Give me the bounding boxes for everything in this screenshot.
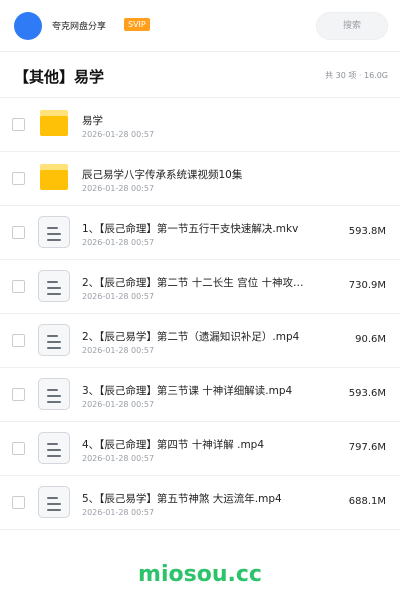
row-checkbox[interactable]	[12, 280, 25, 293]
file-row[interactable]: 辰己易学八字传承系统课视频10集 2026-01-28 00:57	[0, 152, 400, 206]
file-row[interactable]: 4、【辰己命理】第四节 十神详解 .mp4 2026-01-28 00:57 7…	[0, 422, 400, 476]
folder-title-bar: 【其他】易学 共 30 项 · 16.0G	[0, 52, 400, 98]
file-date: 2026-01-28 00:57	[82, 292, 155, 301]
file-size: 797.6M	[348, 442, 386, 453]
watermark-text: miosou.cc	[138, 562, 262, 587]
file-name: 5、【辰己易学】第五节神煞 大运流年.mp4	[82, 493, 282, 505]
file-row[interactable]: 易学 2026-01-28 00:57	[0, 98, 400, 152]
avatar[interactable]	[14, 12, 42, 40]
file-size: 593.6M	[348, 388, 386, 399]
app-name: 夸克网盘分享	[52, 22, 107, 32]
file-name: 2、【辰己命理】第二节 十二长生 宫位 十神攻…	[82, 277, 304, 289]
document-icon	[38, 216, 70, 248]
share-header: 夸克网盘分享 SVIP 搜索	[0, 0, 400, 52]
row-checkbox[interactable]	[12, 442, 25, 455]
file-date: 2026-01-28 00:57	[82, 346, 155, 355]
search-button[interactable]: 搜索	[316, 12, 388, 40]
svip-badge: SVIP	[124, 18, 150, 31]
document-icon	[38, 432, 70, 464]
file-name: 2、【辰己易学】第二节（遗漏知识补足）.mp4	[82, 331, 300, 343]
document-icon	[38, 486, 70, 518]
folder-icon	[40, 164, 68, 190]
row-checkbox[interactable]	[12, 118, 25, 131]
document-icon	[38, 324, 70, 356]
file-name: 1、【辰己命理】第一节五行干支快速解决.mkv	[82, 223, 299, 235]
file-date: 2026-01-28 00:57	[82, 508, 155, 517]
file-date: 2026-01-28 00:57	[82, 400, 155, 409]
file-size: 90.6M	[355, 334, 386, 345]
file-size: 730.9M	[348, 280, 386, 291]
row-checkbox[interactable]	[12, 496, 25, 509]
folder-title: 【其他】易学	[14, 68, 105, 86]
row-checkbox[interactable]	[12, 226, 25, 239]
file-row[interactable]: 3、【辰己命理】第三节课 十神详细解读.mp4 2026-01-28 00:57…	[0, 368, 400, 422]
file-date: 2026-01-28 00:57	[82, 238, 155, 247]
file-name: 易学	[82, 115, 103, 127]
file-date: 2026-01-28 00:57	[82, 184, 155, 193]
file-date: 2026-01-28 00:57	[82, 130, 155, 139]
folder-summary: 共 30 项 · 16.0G	[325, 71, 388, 80]
row-checkbox[interactable]	[12, 172, 25, 185]
document-icon	[38, 270, 70, 302]
row-checkbox[interactable]	[12, 334, 25, 347]
file-list: 易学 2026-01-28 00:57 辰己易学八字传承系统课视频10集 202…	[0, 98, 400, 530]
file-name: 3、【辰己命理】第三节课 十神详细解读.mp4	[82, 385, 293, 397]
file-date: 2026-01-28 00:57	[82, 454, 155, 463]
file-size: 688.1M	[348, 496, 386, 507]
file-row[interactable]: 5、【辰己易学】第五节神煞 大运流年.mp4 2026-01-28 00:57 …	[0, 476, 400, 530]
file-row[interactable]: 2、【辰己命理】第二节 十二长生 宫位 十神攻… 2026-01-28 00:5…	[0, 260, 400, 314]
file-name: 4、【辰己命理】第四节 十神详解 .mp4	[82, 439, 265, 451]
file-row[interactable]: 2、【辰己易学】第二节（遗漏知识补足）.mp4 2026-01-28 00:57…	[0, 314, 400, 368]
file-size: 593.8M	[348, 226, 386, 237]
document-icon	[38, 378, 70, 410]
folder-icon	[40, 110, 68, 136]
file-row[interactable]: 1、【辰己命理】第一节五行干支快速解决.mkv 2026-01-28 00:57…	[0, 206, 400, 260]
row-checkbox[interactable]	[12, 388, 25, 401]
file-name: 辰己易学八字传承系统课视频10集	[82, 169, 243, 181]
